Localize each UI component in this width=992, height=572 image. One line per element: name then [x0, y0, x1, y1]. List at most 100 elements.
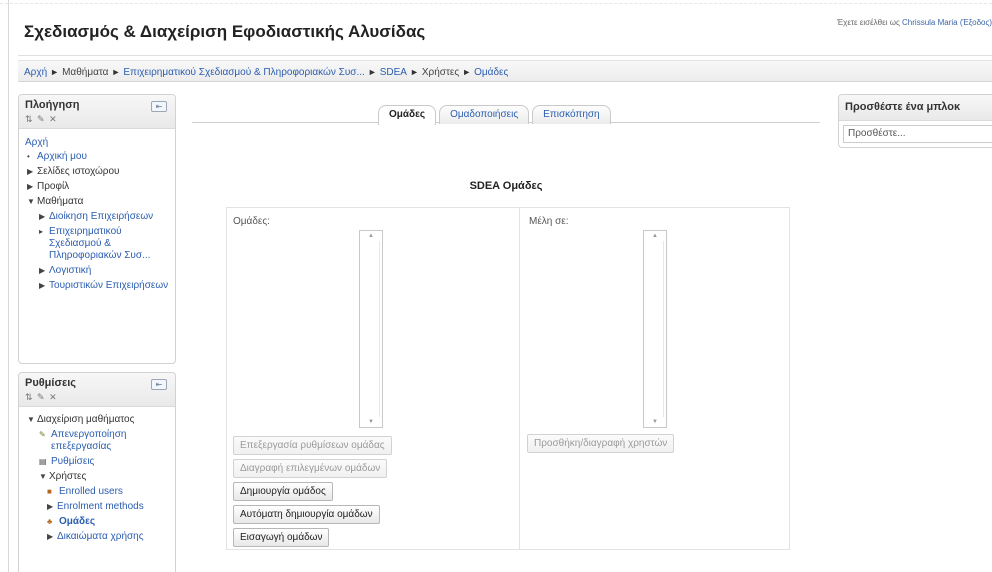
collapsed-arrow-icon: ▶ — [47, 502, 54, 511]
nav-item-site-pages-label: Σελίδες ιστοχώρου — [37, 166, 120, 177]
auto-create-groups-button[interactable]: Αυτόματη δημιουργία ομάδων — [233, 505, 380, 524]
collapsed-arrow-icon: ▶ — [27, 182, 34, 191]
breadcrumb-groups[interactable]: Ομάδες — [474, 67, 508, 78]
members-label: Μέλη σε: — [529, 216, 569, 227]
tab-groupings[interactable]: Ομαδοποιήσεις — [439, 105, 530, 124]
nav-item-profile[interactable]: ▶ Προφίλ — [25, 181, 169, 193]
scroll-down-icon[interactable]: ▼ — [644, 419, 666, 425]
nav-course-business-admin-label[interactable]: Διοίκηση Επιχειρήσεων — [49, 211, 153, 222]
settings-block: Ρυθμίσεις ⇅ ✎ ✕ ⇤ ▼ Διαχείριση μαθήματος … — [18, 372, 176, 572]
settings-block-content: ▼ Διαχείριση μαθήματος ✎ Απενεργοποίηση επ… — [19, 407, 175, 550]
collapsed-arrow-icon: ▶ — [39, 266, 46, 275]
tab-groups[interactable]: Ομάδες — [378, 105, 437, 125]
add-block: Προσθέστε ένα μπλοκ Προσθέστε... — [838, 94, 992, 148]
tab-overview[interactable]: Επισκόπηση — [532, 105, 611, 124]
members-select-list[interactable]: ▲ ▼ — [643, 230, 667, 428]
create-group-button[interactable]: Δημιουργία ομάδος — [233, 482, 333, 501]
settings-permissions[interactable]: ▶ Δικαιώματα χρήσης — [45, 531, 169, 543]
navigation-block-content: Αρχή • Αρχική μου ▶ Σελίδες ιστοχώρου ▶ Προ… — [19, 129, 175, 299]
navigation-block-title: Πλοήγηση — [25, 99, 80, 111]
collapsed-arrow-icon: ▶ — [47, 532, 54, 541]
breadcrumb-users: Χρήστες — [421, 67, 460, 78]
expanded-arrow-icon: ▼ — [27, 197, 35, 206]
delete-selected-groups-button[interactable]: Διαγραφή επιλεγμένων ομάδων — [233, 459, 388, 478]
nav-course-tourism[interactable]: ▶ Τουριστικών Επιχειρήσεων — [37, 280, 169, 292]
nav-course-business-planning[interactable]: ▸ Επιχειρηματικού Σχεδιασμού & Πληροφορια… — [37, 226, 169, 262]
breadcrumb-separator-icon: ► — [367, 67, 377, 77]
document-icon: ▤ — [39, 457, 47, 466]
users-icon: ■ — [47, 487, 52, 496]
site-title: Σχεδιασμός & Διαχείριση Εφοδιαστικής Αλυ… — [24, 22, 426, 41]
nav-item-courses[interactable]: ▼ Μαθήματα — [25, 196, 169, 208]
add-block-header: Προσθέστε ένα μπλοκ — [839, 95, 992, 121]
nav-course-tourism-label[interactable]: Τουριστικών Επιχειρήσεων — [49, 280, 168, 291]
expanded-arrow-icon: ▼ — [27, 415, 35, 424]
nav-item-site-pages[interactable]: ▶ Σελίδες ιστοχώρου — [25, 166, 169, 178]
settings-permissions-label[interactable]: Δικαιώματα χρήσης — [57, 531, 144, 542]
scroll-up-icon[interactable]: ▲ — [360, 233, 382, 239]
block-move-icons[interactable]: ⇅ ✎ ✕ — [25, 392, 169, 403]
settings-enrolled-users-label[interactable]: Enrolled users — [59, 486, 123, 497]
collapsed-arrow-icon: ▸ — [39, 227, 44, 236]
block-move-icons[interactable]: ⇅ ✎ ✕ — [25, 114, 169, 125]
collapsed-arrow-icon: ▶ — [39, 212, 46, 221]
settings-enrolment-methods[interactable]: ▶ Enrolment methods — [45, 501, 169, 513]
breadcrumb-courses: Μαθήματα — [62, 67, 109, 78]
collapsed-arrow-icon: ▶ — [27, 167, 34, 176]
nav-home-link[interactable]: Αρχή — [25, 137, 48, 148]
nav-item-my-home[interactable]: • Αρχική μου — [25, 151, 169, 163]
groups-select-list[interactable]: ▲ ▼ — [359, 230, 383, 428]
column-divider — [519, 208, 520, 549]
page-heading: SDEA Ομάδες — [469, 180, 543, 192]
dock-block-icon[interactable]: ⇤ — [151, 101, 167, 112]
scrollbar-track — [663, 241, 664, 417]
nav-item-courses-label: Μαθήματα — [37, 196, 84, 207]
scroll-down-icon[interactable]: ▼ — [360, 419, 382, 425]
settings-turn-editing-label[interactable]: Απενεργοποίηση επεξεργασίας — [51, 429, 126, 452]
breadcrumb-course[interactable]: SDEA — [380, 67, 407, 78]
dock-block-icon[interactable]: ⇤ — [151, 379, 167, 390]
bullet-icon: • — [27, 152, 30, 161]
settings-course-admin[interactable]: ▼ Διαχείριση μαθήματος — [25, 414, 169, 426]
breadcrumb-separator-icon: ► — [462, 67, 472, 77]
nav-course-accounting[interactable]: ▶ Λογιστική — [37, 265, 169, 277]
settings-users[interactable]: ▼ Χρήστες — [37, 471, 169, 483]
pencil-icon: ✎ — [39, 430, 46, 439]
nav-item-my-home-label[interactable]: Αρχική μου — [37, 151, 87, 162]
scrollbar-track — [379, 241, 380, 417]
add-block-select[interactable]: Προσθέστε... — [843, 125, 992, 143]
navigation-block-header: Πλοήγηση ⇅ ✎ ✕ ⇤ — [19, 95, 175, 129]
expanded-arrow-icon: ▼ — [39, 472, 47, 481]
breadcrumb-separator-icon: ► — [50, 67, 60, 77]
login-user-link[interactable]: Chrissula Maria (Έξοδος) — [902, 18, 992, 27]
header-divider — [18, 55, 992, 56]
nav-course-business-planning-label[interactable]: Επιχειρηματικού Σχεδιασμού & Πληροφοριακ… — [49, 226, 150, 261]
settings-course-admin-label: Διαχείριση μαθήματος — [37, 414, 135, 425]
settings-enrolled-users[interactable]: ■ Enrolled users — [45, 486, 169, 498]
breadcrumb: Αρχή ► Μαθήματα ► Επιχειρηματικού Σχεδιασμού… — [18, 60, 992, 82]
settings-groups[interactable]: ♣ Ομάδες — [45, 516, 169, 528]
settings-enrolment-methods-label[interactable]: Enrolment methods — [57, 501, 144, 512]
settings-turn-editing-off[interactable]: ✎ Απενεργοποίηση επεξεργασίας — [37, 429, 169, 453]
navigation-block: Πλοήγηση ⇅ ✎ ✕ ⇤ Αρχή • Αρχική μου ▶ Σελίδ… — [18, 94, 176, 364]
nav-course-business-admin[interactable]: ▶ Διοίκηση Επιχειρήσεων — [37, 211, 169, 223]
add-block-title: Προσθέστε ένα μπλοκ — [845, 101, 961, 113]
import-groups-button[interactable]: Εισαγωγή ομάδων — [233, 528, 330, 547]
collapsed-arrow-icon: ▶ — [39, 281, 46, 290]
groups-form: Ομάδες: ▲ ▼ Επεξεργασία ρυθμίσεων ομάδας… — [226, 207, 790, 550]
groups-label: Ομάδες: — [233, 216, 270, 227]
edit-group-settings-button[interactable]: Επεξεργασία ρυθμίσεων ομάδας — [233, 436, 392, 455]
add-remove-users-button[interactable]: Προσθήκη/διαγραφή χρηστών — [527, 434, 675, 453]
login-prefix: Έχετε εισέλθει ως — [836, 18, 900, 27]
nav-course-accounting-label[interactable]: Λογιστική — [49, 265, 91, 276]
breadcrumb-home[interactable]: Αρχή — [24, 67, 47, 78]
settings-settings-label[interactable]: Ρυθμίσεις — [51, 456, 94, 467]
settings-block-header: Ρυθμίσεις ⇅ ✎ ✕ ⇤ — [19, 373, 175, 407]
nav-item-profile-label: Προφίλ — [37, 181, 70, 192]
settings-settings-link[interactable]: ▤ Ρυθμίσεις — [37, 456, 169, 468]
login-info: Έχετε εισέλθει ως Chrissula Maria (Έξοδο… — [837, 18, 992, 27]
settings-groups-label[interactable]: Ομάδες — [59, 516, 95, 527]
scroll-up-icon[interactable]: ▲ — [644, 233, 666, 239]
breadcrumb-course-category[interactable]: Επιχειρηματικού Σχεδιασμού & Πληροφοριακ… — [123, 67, 364, 78]
tab-bar: Ομάδες Ομαδοποιήσεις Επισκόπηση — [378, 105, 611, 125]
